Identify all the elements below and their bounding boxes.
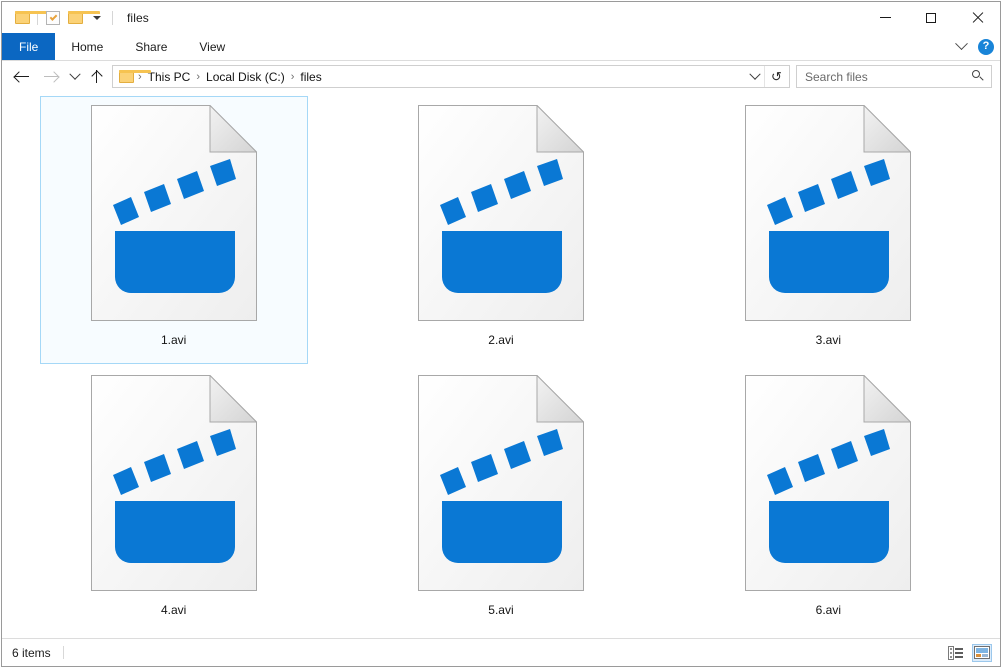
file-item-3[interactable]: 3.avi (694, 96, 962, 364)
search-box[interactable]: Search files (796, 65, 992, 88)
window-title: files (127, 11, 149, 25)
back-button[interactable] (8, 64, 36, 90)
new-folder-icon[interactable] (64, 7, 86, 29)
file-list-area[interactable]: 1.avi 2.av (2, 92, 1000, 638)
status-bar: 6 items (2, 638, 1000, 666)
file-item-5[interactable]: 5.avi (367, 366, 635, 634)
properties-icon[interactable] (42, 7, 64, 29)
view-mode-buttons (946, 644, 992, 662)
file-name-label: 3.avi (816, 333, 841, 347)
title-bar: files (2, 2, 1000, 33)
maximize-button[interactable] (908, 2, 954, 33)
tab-share[interactable]: Share (119, 33, 183, 60)
breadcrumb-tail-controls: ↻ (746, 66, 787, 87)
file-item-1[interactable]: 1.avi (40, 96, 308, 364)
avi-file-icon (745, 105, 911, 321)
qat-divider-2 (112, 11, 113, 25)
file-name-label: 6.avi (816, 603, 841, 617)
file-explorer-window: files File Home Share View ? › This P (1, 1, 1001, 667)
file-name-label: 5.avi (488, 603, 513, 617)
search-icon[interactable] (972, 70, 985, 83)
up-button[interactable] (86, 64, 108, 90)
details-view-button[interactable] (946, 644, 966, 662)
customize-qat-caret-icon[interactable] (86, 7, 108, 29)
tab-home[interactable]: Home (55, 33, 119, 60)
ribbon-right-controls: ? (957, 33, 994, 60)
help-icon[interactable]: ? (978, 39, 994, 55)
address-dropdown-icon[interactable] (746, 66, 764, 87)
breadcrumb-separator-2[interactable]: › (289, 71, 297, 83)
window-controls (862, 2, 1000, 33)
breadcrumb-folder-icon (119, 70, 134, 83)
file-name-label: 1.avi (161, 333, 186, 347)
folder-icon[interactable] (11, 7, 33, 29)
avi-file-icon (418, 375, 584, 591)
item-count-label: 6 items (12, 646, 51, 660)
breadcrumb-item-files[interactable]: files (296, 70, 325, 84)
avi-file-icon (418, 105, 584, 321)
file-item-4[interactable]: 4.avi (40, 366, 308, 634)
forward-button[interactable] (36, 64, 64, 90)
refresh-icon: ↻ (771, 70, 782, 83)
breadcrumb-item-local-disk[interactable]: Local Disk (C:) (202, 70, 289, 84)
recent-locations-button[interactable] (64, 64, 86, 90)
file-item-6[interactable]: 6.avi (694, 366, 962, 634)
file-name-label: 4.avi (161, 603, 186, 617)
status-divider (63, 646, 64, 659)
file-item-2[interactable]: 2.avi (367, 96, 635, 364)
search-input[interactable]: Search files (805, 70, 972, 84)
avi-file-icon (91, 105, 257, 321)
file-grid: 1.avi 2.av (2, 96, 1000, 636)
file-name-label: 2.avi (488, 333, 513, 347)
minimize-button[interactable] (862, 2, 908, 33)
tab-view[interactable]: View (183, 33, 241, 60)
breadcrumb[interactable]: › This PC › Local Disk (C:) › files ↻ (112, 65, 790, 88)
close-button[interactable] (954, 2, 1000, 33)
tab-file[interactable]: File (2, 33, 55, 60)
breadcrumb-separator-1[interactable]: › (194, 71, 202, 83)
chevron-down-icon[interactable] (955, 37, 968, 50)
breadcrumb-list: › This PC › Local Disk (C:) › files (136, 70, 746, 84)
avi-file-icon (745, 375, 911, 591)
refresh-button[interactable]: ↻ (764, 66, 787, 87)
breadcrumb-item-this-pc[interactable]: This PC (144, 70, 195, 84)
avi-file-icon (91, 375, 257, 591)
quick-access-toolbar (2, 7, 117, 29)
ribbon-tabs: File Home Share View ? (2, 33, 1000, 61)
large-icons-view-button[interactable] (972, 644, 992, 662)
address-bar: › This PC › Local Disk (C:) › files ↻ Se… (2, 61, 1000, 92)
